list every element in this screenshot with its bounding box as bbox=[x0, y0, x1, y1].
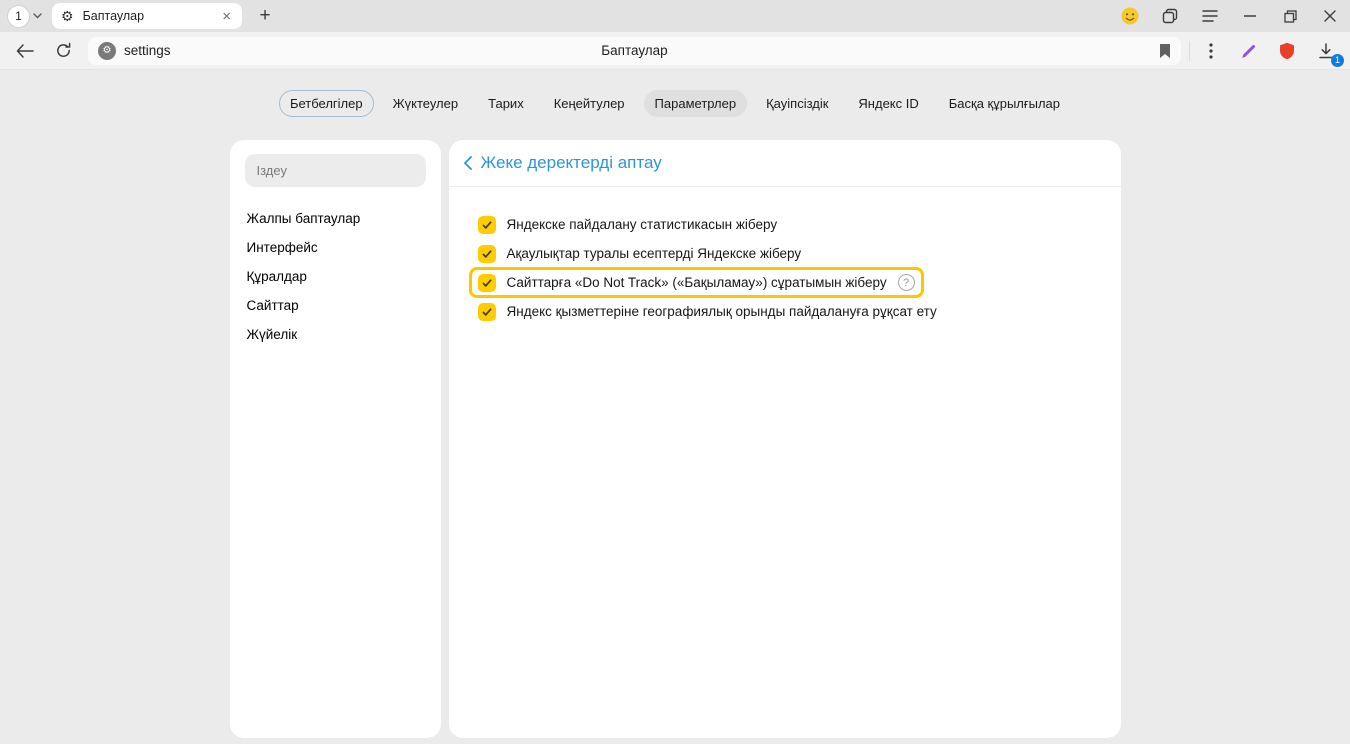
maximize-button[interactable] bbox=[1270, 0, 1310, 32]
window-tab-bar: 1 ⚙ Баптаулар × + bbox=[0, 0, 1350, 32]
tab-count-badge: 1 bbox=[8, 6, 29, 27]
nav-tab-yandex-id[interactable]: Яндекс ID bbox=[847, 90, 929, 117]
checkbox-usage-stats[interactable] bbox=[478, 216, 496, 234]
downloads-icon[interactable]: 1 bbox=[1306, 32, 1346, 70]
nav-tab-security[interactable]: Қауіпсіздік bbox=[755, 90, 839, 117]
tab-counter[interactable]: 1 bbox=[8, 6, 42, 27]
pen-editor-icon[interactable] bbox=[1230, 32, 1268, 70]
section-title: Жеке деректерді аптау bbox=[481, 153, 662, 173]
checkbox-geolocation[interactable] bbox=[478, 303, 496, 321]
setting-label: Сайттарға «Do Not Track» («Бақыламау») с… bbox=[507, 275, 887, 290]
setting-label: Яндекс қызметтеріне географиялық орынды … bbox=[507, 304, 937, 319]
settings-nav-tabs: Бетбелгілер Жүктеулер Тарих Кеңейтулер П… bbox=[0, 88, 1350, 118]
gear-icon: ⚙ bbox=[61, 9, 74, 23]
tab-title: Баптаулар bbox=[83, 9, 212, 23]
sidebar-item-sites[interactable]: Сайттар bbox=[245, 291, 426, 320]
window-controls bbox=[1110, 0, 1350, 32]
nav-tab-other-devices[interactable]: Басқа құрылғылар bbox=[938, 90, 1071, 117]
tab-close-icon[interactable]: × bbox=[220, 8, 233, 25]
emoji-status-icon[interactable] bbox=[1110, 0, 1150, 32]
sidebar-item-general[interactable]: Жалпы баптаулар bbox=[245, 204, 426, 233]
settings-main-panel: Жеке деректерді аптау Яндекске пайдалану… bbox=[449, 140, 1121, 738]
url-text: settings bbox=[124, 43, 171, 58]
sidebar-item-interface[interactable]: Интерфейс bbox=[245, 233, 426, 262]
browser-tab-settings[interactable]: ⚙ Баптаулар × bbox=[52, 3, 242, 29]
checkbox-crash-reports[interactable] bbox=[478, 245, 496, 263]
address-bar[interactable]: Баптаулар ⚙ settings bbox=[88, 37, 1181, 65]
page-title: Баптаулар bbox=[88, 43, 1181, 58]
setting-label: Ақаулықтар туралы есептерді Яндекске жіб… bbox=[507, 246, 802, 261]
nav-tab-bookmarks[interactable]: Бетбелгілер bbox=[279, 90, 374, 117]
settings-sidebar: Жалпы баптаулар Интерфейс Құралдар Сайтт… bbox=[230, 140, 441, 738]
tabs-panel-icon[interactable] bbox=[1150, 0, 1190, 32]
download-count-badge: 1 bbox=[1331, 54, 1344, 67]
menu-icon[interactable] bbox=[1190, 0, 1230, 32]
nav-tab-settings[interactable]: Параметрлер bbox=[644, 90, 748, 117]
reload-icon[interactable] bbox=[44, 32, 82, 70]
chevron-down-icon bbox=[33, 13, 42, 19]
sidebar-list: Жалпы баптаулар Интерфейс Құралдар Сайтт… bbox=[245, 204, 426, 349]
nav-tab-downloads[interactable]: Жүктеулер bbox=[382, 90, 470, 117]
browser-toolbar: Баптаулар ⚙ settings 1 bbox=[0, 32, 1350, 70]
nav-tab-extensions[interactable]: Кеңейтулер bbox=[543, 90, 636, 117]
back-icon[interactable] bbox=[6, 32, 44, 70]
nav-tab-history[interactable]: Тарих bbox=[477, 90, 535, 117]
sidebar-item-system[interactable]: Жүйелік bbox=[245, 320, 426, 349]
setting-label: Яндекске пайдалану статистикасын жіберу bbox=[507, 217, 778, 232]
minimize-button[interactable] bbox=[1230, 0, 1270, 32]
settings-list: Яндекске пайдалану статистикасын жіберу … bbox=[449, 187, 1121, 346]
setting-row-do-not-track: Сайттарға «Do Not Track» («Бақыламау») с… bbox=[478, 268, 915, 297]
bookmark-icon[interactable] bbox=[1159, 43, 1171, 59]
setting-row-crash-reports: Ақаулықтар туралы есептерді Яндекске жіб… bbox=[478, 239, 802, 268]
checkbox-do-not-track[interactable] bbox=[478, 274, 496, 292]
setting-row-geolocation: Яндекс қызметтеріне географиялық орынды … bbox=[478, 297, 937, 326]
setting-row-usage-stats: Яндекске пайдалану статистикасын жіберу bbox=[478, 210, 778, 239]
chevron-left-icon bbox=[463, 156, 472, 170]
help-icon[interactable]: ? bbox=[898, 274, 915, 291]
settings-body: Жалпы баптаулар Интерфейс Құралдар Сайтт… bbox=[0, 140, 1350, 738]
sidebar-item-tools[interactable]: Құралдар bbox=[245, 262, 426, 291]
close-window-button[interactable] bbox=[1310, 0, 1350, 32]
search-input[interactable] bbox=[245, 154, 426, 187]
protect-shield-icon[interactable] bbox=[1268, 32, 1306, 70]
more-options-icon[interactable] bbox=[1192, 32, 1230, 70]
toolbar-separator bbox=[1189, 41, 1190, 61]
back-link-personal-data[interactable]: Жеке деректерді аптау bbox=[449, 140, 1121, 187]
new-tab-button[interactable]: + bbox=[253, 5, 277, 27]
